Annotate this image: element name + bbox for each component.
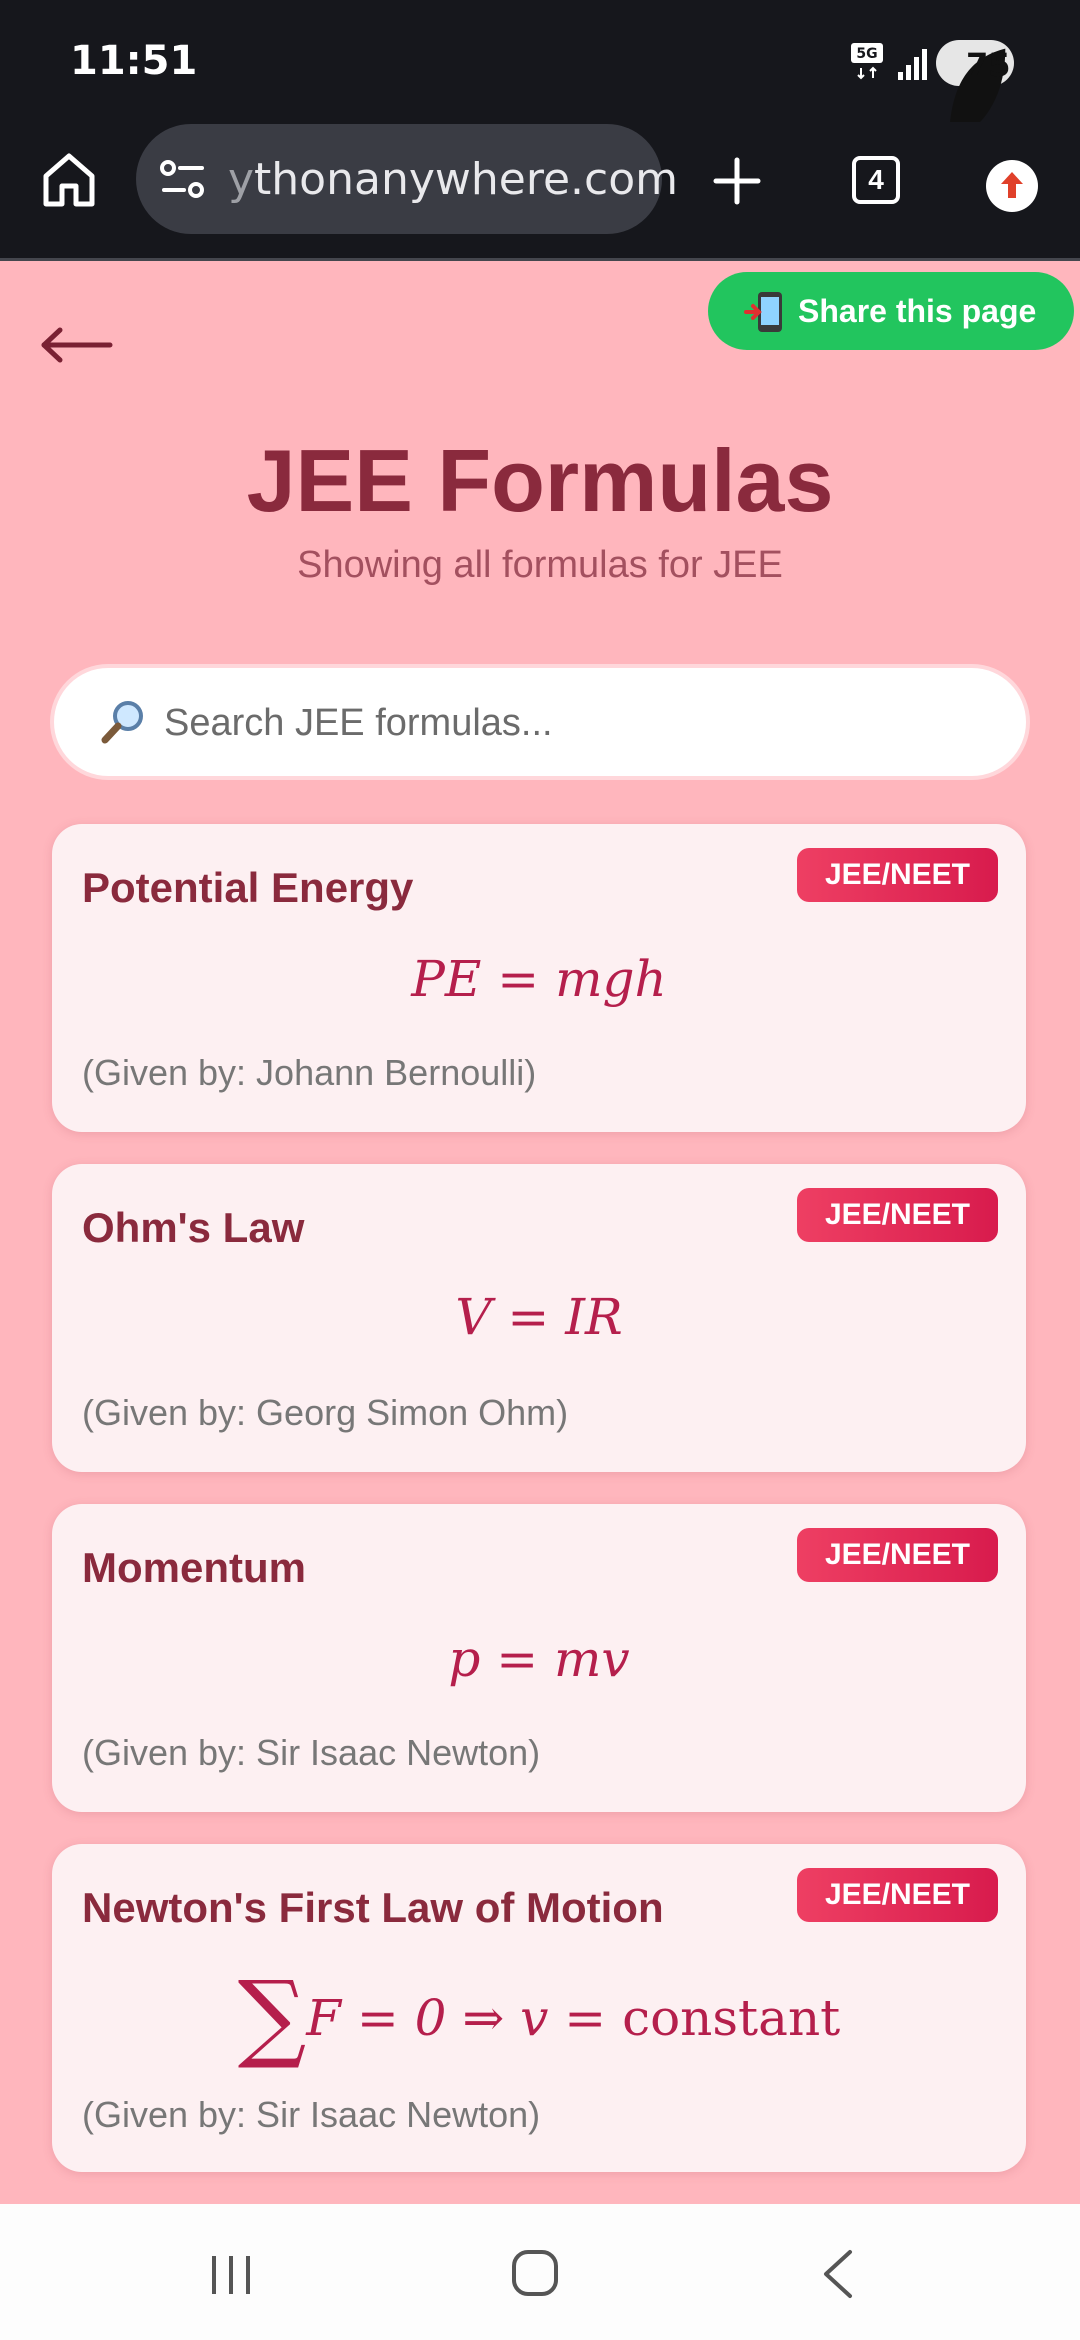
formula-lhs: F = 0 ⇒ v = — [306, 1989, 623, 2047]
formula-card[interactable]: Ohm's Law JEE/NEET V = IR (Given by: Geo… — [52, 1164, 1026, 1472]
status-bar: 11:51 5G 75 — [0, 0, 1080, 144]
formula-source: (Given by: Johann Bernoulli) — [82, 1052, 537, 1093]
svg-text:5G: 5G — [856, 46, 877, 62]
5g-network-icon: 5G — [851, 43, 883, 80]
search-icon — [101, 701, 143, 744]
formula-title: Potential Energy — [82, 864, 414, 911]
exam-badge: JEE/NEET — [796, 1868, 998, 1922]
home-nav-icon[interactable] — [510, 2248, 560, 2298]
system-nav-bar — [0, 2204, 1080, 2340]
status-time: 11:51 — [70, 38, 198, 84]
new-tab-icon[interactable] — [712, 156, 762, 206]
site-settings-icon[interactable] — [158, 158, 208, 202]
formula-source: (Given by: Sir Isaac Newton) — [82, 1732, 541, 1773]
back-arrow-icon[interactable] — [40, 320, 114, 370]
signal-icon — [898, 49, 927, 80]
home-icon[interactable] — [38, 148, 100, 210]
url-fade: y — [228, 154, 255, 205]
formula-title: Ohm's Law — [82, 1204, 305, 1251]
exam-badge: JEE/NEET — [796, 1188, 998, 1242]
page-title: JEE Formulas — [246, 431, 834, 530]
formula-card[interactable]: Momentum JEE/NEET p = mv (Given by: Sir … — [52, 1504, 1026, 1812]
update-chrome-button[interactable] — [986, 160, 1038, 212]
sigma-symbol: ∑ — [237, 1960, 307, 2072]
url-text[interactable]: ythonanywhere.com — [228, 154, 678, 205]
formula-card[interactable]: Newton's First Law of Motion JEE/NEET ∑F… — [52, 1844, 1026, 2172]
exam-badge: JEE/NEET — [796, 848, 998, 902]
search-box[interactable] — [54, 668, 1026, 776]
formula-source: (Given by: Georg Simon Ohm) — [82, 1392, 569, 1433]
formula-title: Momentum — [82, 1544, 306, 1591]
browser-toolbar: ythonanywhere.com 4 — [0, 122, 1080, 261]
battery-indicator: 75 — [936, 40, 1014, 144]
arrow-up-icon — [1001, 172, 1023, 198]
formula-expression: ∑F = 0 ⇒ v = constant — [52, 1960, 1026, 2072]
share-page-button[interactable]: Share this page — [708, 272, 1074, 350]
recent-apps-icon[interactable] — [208, 2252, 254, 2298]
url-rest: thonanywhere.com — [254, 154, 678, 205]
formula-title: Newton's First Law of Motion — [82, 1884, 664, 1931]
formula-constant: constant — [622, 1989, 841, 2047]
share-button-label: Share this page — [798, 293, 1037, 329]
formula-source: (Given by: Sir Isaac Newton) — [82, 2094, 541, 2135]
formula-expression: V = IR — [455, 1288, 623, 1346]
search-input[interactable] — [162, 692, 986, 754]
address-bar[interactable]: ythonanywhere.com — [136, 124, 678, 234]
exam-badge: JEE/NEET — [796, 1528, 998, 1582]
back-nav-icon[interactable] — [818, 2248, 858, 2300]
formula-expression: PE = mgh — [411, 950, 667, 1008]
battery-level: 75 — [966, 46, 1011, 84]
page-subtitle: Showing all formulas for JEE — [297, 544, 783, 586]
mobile-share-icon — [744, 292, 782, 332]
formula-expression: p = mv — [448, 1630, 630, 1688]
formula-card[interactable]: Potential Energy JEE/NEET PE = mgh (Give… — [52, 824, 1026, 1132]
tab-switcher-button[interactable]: 4 — [852, 156, 900, 204]
